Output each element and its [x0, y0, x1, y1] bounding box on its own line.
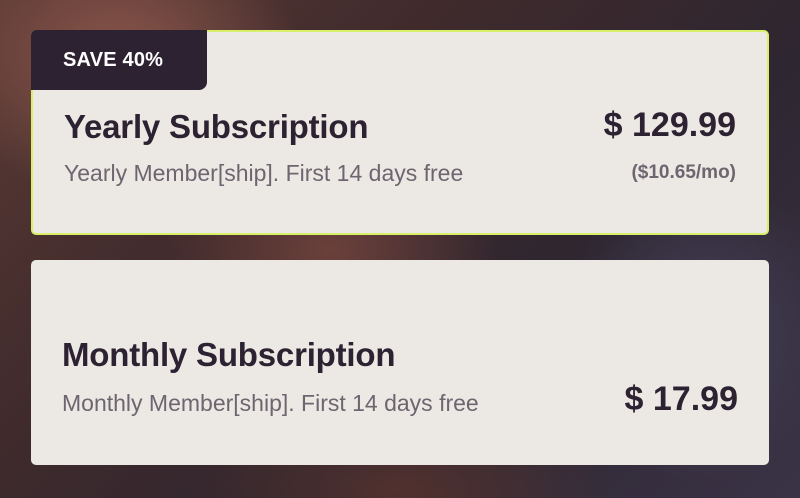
plan-description: Yearly Member[ship]. First 14 days free	[64, 160, 464, 186]
plan-title: Yearly Subscription	[64, 108, 369, 145]
monthly-plan-card[interactable]: Monthly Subscription Monthly Member[ship…	[31, 260, 769, 465]
plan-title: Monthly Subscription	[62, 336, 396, 373]
plan-description: Monthly Member[ship]. First 14 days free	[62, 390, 479, 416]
save-badge: SAVE 40%	[31, 30, 207, 90]
plan-price: $ 129.99	[603, 106, 736, 144]
plan-monthly-equivalent: ($10.65/mo)	[631, 162, 736, 183]
plan-price: $ 17.99	[624, 380, 738, 418]
yearly-plan-card[interactable]: SAVE 40% Yearly Subscription Yearly Memb…	[31, 30, 769, 235]
